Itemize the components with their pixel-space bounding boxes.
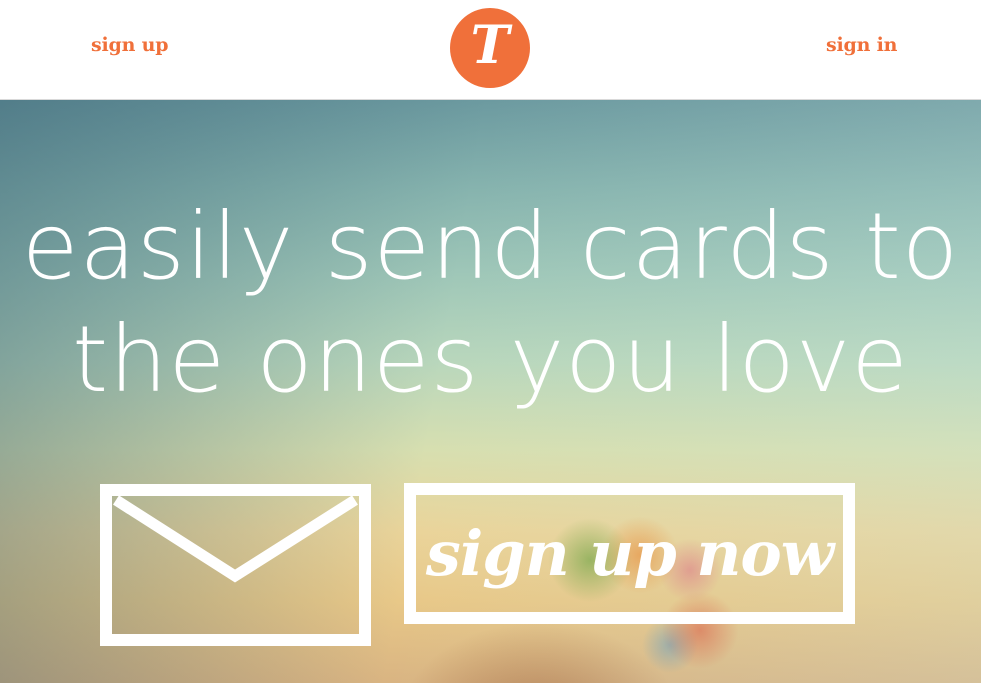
logo-badge-icon[interactable]: T [450,8,530,88]
sign-up-now-button[interactable]: sign up now [404,483,855,624]
envelope-icon [113,496,358,583]
logo-letter: T [470,15,510,76]
headline-line-1: easily send cards to [21,193,960,300]
hero-headline: easily send cards to the ones you love [0,190,981,416]
sign-in-link[interactable]: sign in [826,34,897,56]
email-envelope-button[interactable] [100,484,371,646]
headline-line-2: the ones you love [72,306,909,413]
top-navigation-bar: sign up T sign in [0,0,981,100]
sign-up-link[interactable]: sign up [91,34,169,56]
hero-section: easily send cards to the ones you love s… [0,100,981,683]
sign-up-now-label: sign up now [425,517,834,590]
